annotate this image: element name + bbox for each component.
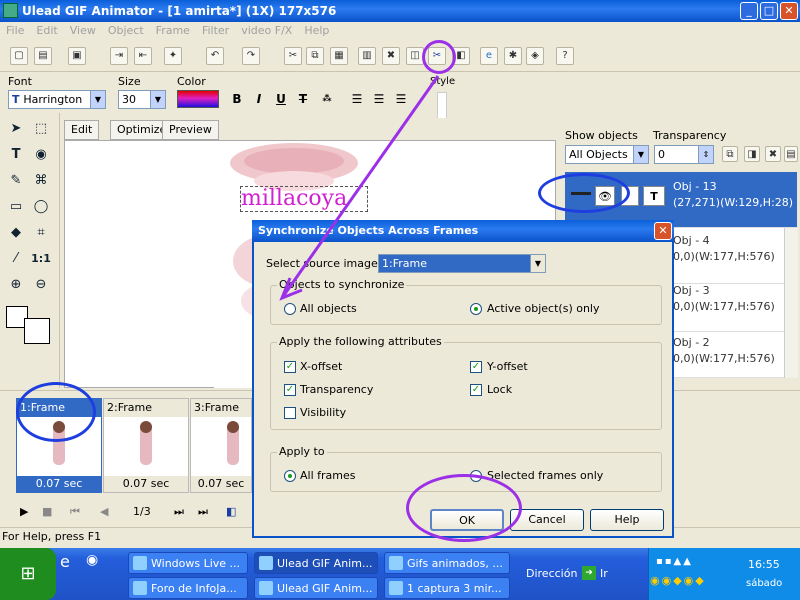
annotation-arrow <box>279 75 440 301</box>
